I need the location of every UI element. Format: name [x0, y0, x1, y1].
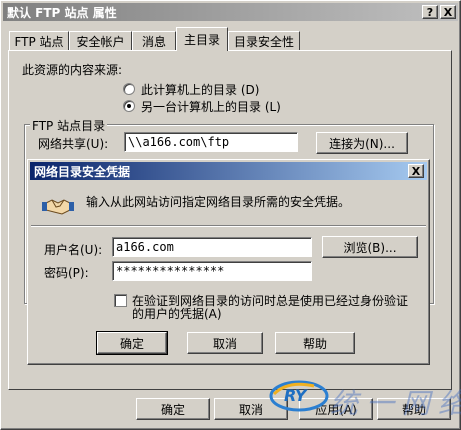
- dialog-cancel-button[interactable]: 取消: [187, 332, 263, 354]
- close-icon: X: [411, 164, 421, 178]
- network-share-input[interactable]: \\a166.com\ftp: [124, 132, 298, 152]
- password-input[interactable]: ***************: [112, 261, 312, 281]
- close-icon: X: [443, 5, 453, 19]
- share-label: 网络共享(U):: [38, 137, 109, 151]
- dialog-ok-button[interactable]: 确定: [96, 331, 168, 355]
- connect-as-button[interactable]: 连接为(N)...: [316, 132, 408, 154]
- username-label: 用户名(U):: [44, 243, 103, 257]
- use-authenticated-credentials-checkbox[interactable]: [114, 294, 127, 307]
- dialog-prompt: 输入从此网站访问指定网络目录所需的安全凭据。: [86, 195, 351, 209]
- tab-home-directory[interactable]: 主目录: [176, 27, 228, 51]
- browse-button[interactable]: 浏览(B)...: [322, 236, 418, 258]
- main-title: 默认 FTP 站点 属性: [7, 5, 117, 20]
- main-title-bar[interactable]: 默认 FTP 站点 属性: [3, 3, 458, 21]
- dialog-title: 网络目录安全凭据: [34, 164, 131, 179]
- watermark-logo: RY: [268, 376, 330, 416]
- tab-ftp-site[interactable]: FTP 站点: [9, 31, 69, 50]
- main-ok-button[interactable]: 确定: [136, 398, 210, 420]
- handshake-icon: [42, 194, 74, 218]
- checkbox-text-line2: 的用户的凭据(A): [132, 307, 222, 321]
- dialog-separator: [31, 225, 426, 227]
- username-input[interactable]: a166.com: [112, 237, 312, 257]
- radio-local-directory[interactable]: [123, 83, 135, 95]
- dialog-title-bar[interactable]: 网络目录安全凭据: [30, 162, 427, 180]
- radio-local-label: 此计算机上的目录 (D): [141, 83, 260, 97]
- dialog-close-button[interactable]: X: [408, 164, 424, 178]
- radio-remote-label: 另一台计算机上的目录 (L): [141, 100, 281, 114]
- tab-directory-security[interactable]: 目录安全性: [228, 31, 300, 50]
- content-source-label: 此资源的内容来源:: [22, 63, 123, 77]
- radio-remote-directory[interactable]: [123, 100, 135, 112]
- tab-security-accounts[interactable]: 安全帐户: [69, 31, 132, 50]
- watermark-text: 统一网络: [330, 387, 461, 420]
- help-title-button[interactable]: ?: [422, 5, 438, 19]
- dialog-help-button[interactable]: 帮助: [275, 332, 355, 354]
- tab-messages[interactable]: 消息: [132, 31, 176, 50]
- ftp-group-title: FTP 站点目录: [30, 117, 108, 134]
- close-title-button[interactable]: X: [440, 5, 456, 19]
- password-label: 密码(P):: [44, 266, 89, 280]
